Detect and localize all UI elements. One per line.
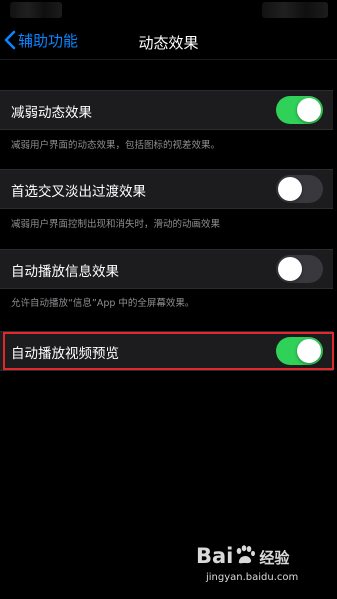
nav-divider (0, 59, 337, 60)
watermark-logo-suffix: 经验 (259, 549, 290, 567)
navigation-bar: 辅助功能 动态效果 (0, 22, 337, 58)
watermark-logo-prefix: Bai (196, 544, 234, 568)
setting-row-cross-fade: 首选交叉淡出过渡效果 (0, 169, 333, 209)
watermark-logo: Bai 经验 (196, 544, 289, 568)
setting-desc-reduce-motion: 减弱用户界面的动态效果，包括图标的视差效果。 (11, 140, 221, 151)
setting-row-auto-play-message-effects: 自动播放信息效果 (0, 249, 333, 289)
reduce-motion-toggle[interactable] (276, 96, 323, 124)
auto-play-video-previews-toggle[interactable] (276, 337, 323, 365)
setting-label-reduce-motion: 减弱动态效果 (11, 105, 92, 121)
status-bar-time-blurred (10, 2, 62, 18)
setting-desc-cross-fade: 减弱用户界面控制出现和消失时，滑动的动画效果 (11, 219, 221, 230)
setting-label-auto-play-video-previews: 自动播放视频预览 (11, 346, 119, 362)
toggle-knob (297, 339, 321, 363)
watermark: Bai 经验 jingyan.baidu.com (196, 544, 328, 592)
toggle-knob (278, 177, 302, 201)
paw-icon (234, 545, 256, 565)
auto-play-message-effects-toggle[interactable] (276, 255, 323, 283)
setting-label-auto-play-message-effects: 自动播放信息效果 (11, 264, 119, 280)
back-button[interactable]: 辅助功能 (4, 26, 78, 54)
toggle-knob (297, 98, 321, 122)
setting-label-cross-fade: 首选交叉淡出过渡效果 (11, 184, 146, 200)
cross-fade-toggle[interactable] (276, 175, 323, 203)
back-button-label: 辅助功能 (18, 31, 79, 50)
watermark-url: jingyan.baidu.com (206, 572, 299, 583)
setting-row-reduce-motion: 减弱动态效果 (0, 90, 333, 130)
setting-desc-auto-play-message-effects: 允许自动播放“信息”App 中的全屏幕效果。 (11, 298, 195, 309)
chevron-left-icon (4, 30, 16, 50)
status-bar-indicators-blurred (262, 2, 328, 18)
setting-row-auto-play-video-previews: 自动播放视频预览 (0, 331, 333, 371)
status-bar (0, 0, 337, 22)
toggle-knob (278, 257, 302, 281)
